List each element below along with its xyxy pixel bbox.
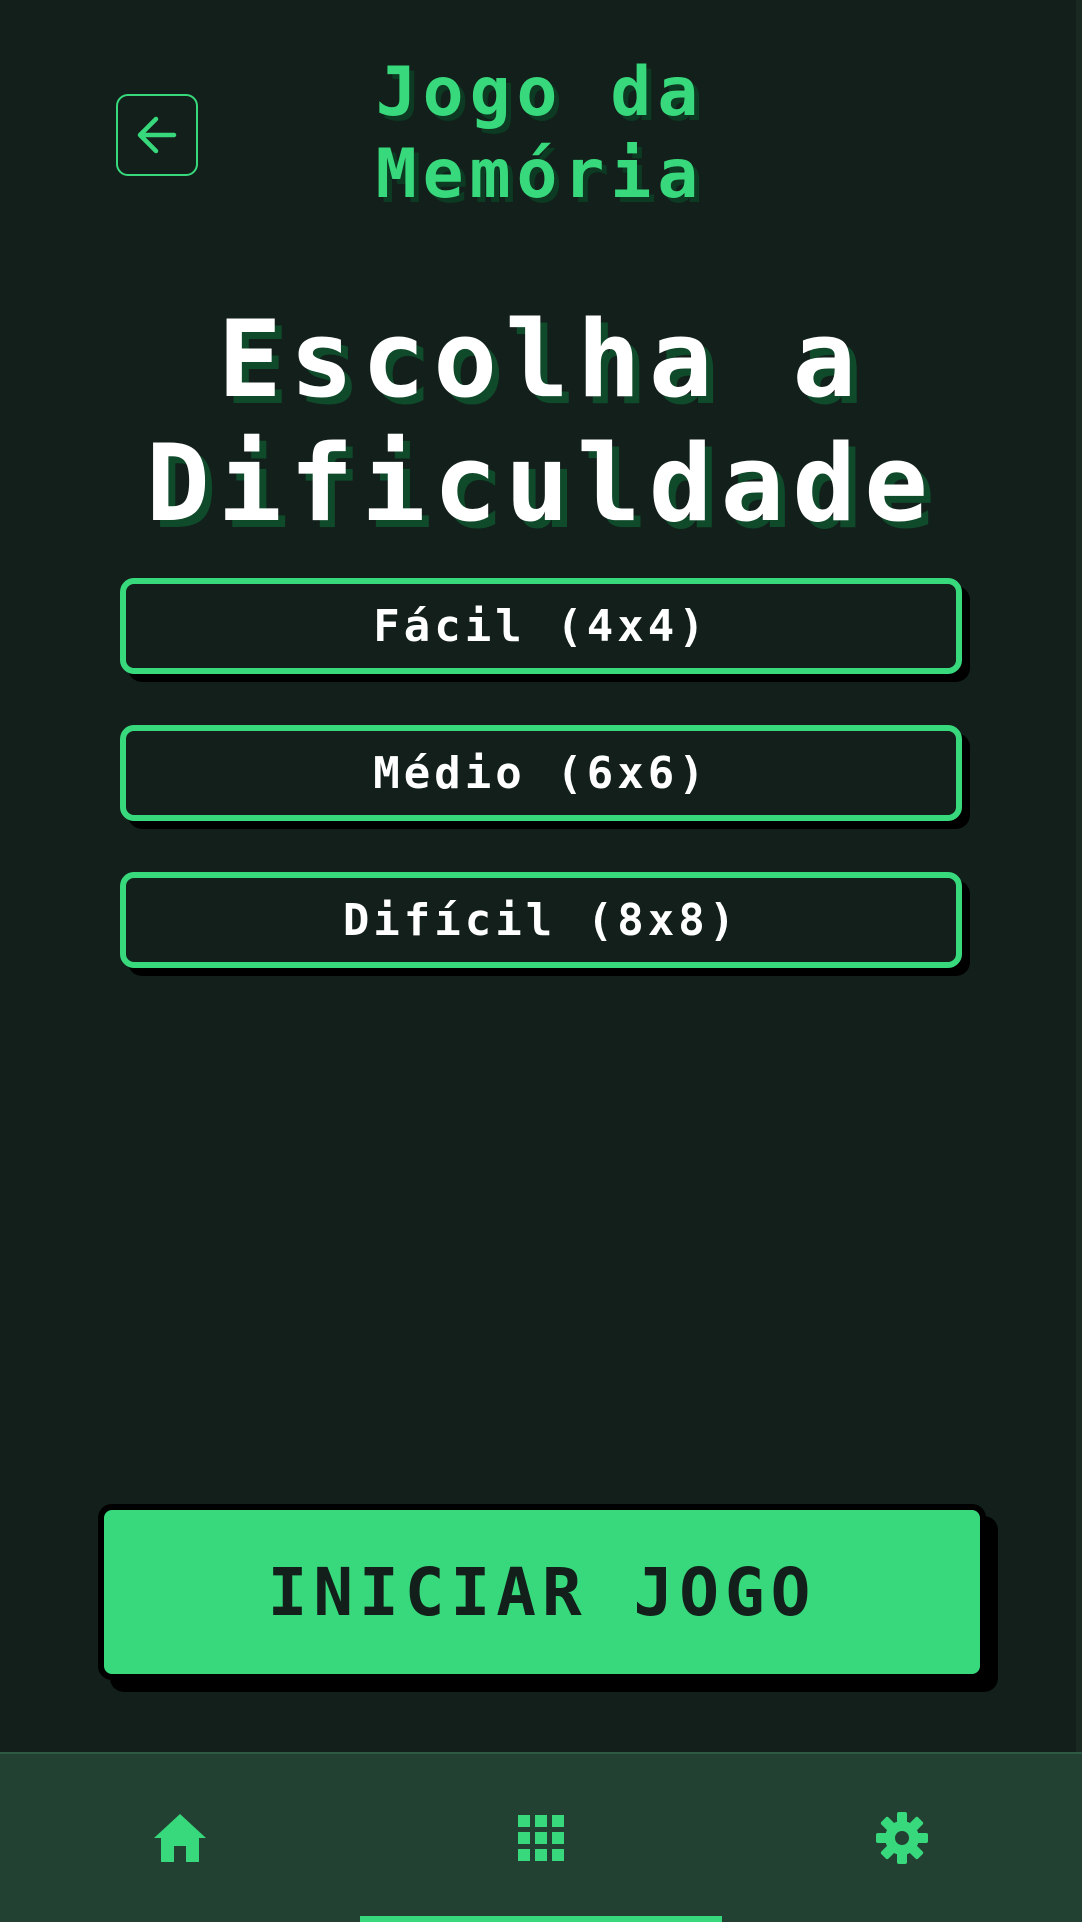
home-icon [154, 1814, 206, 1862]
nav-home[interactable] [0, 1754, 360, 1922]
nav-settings[interactable] [722, 1754, 1082, 1922]
back-button[interactable] [116, 94, 198, 176]
app-title: Jogo da Memória [375, 53, 705, 214]
grid-icon [518, 1815, 564, 1861]
difficulty-heading: Escolha a Dificuldade [146, 298, 936, 545]
nav-active-indicator [360, 1916, 722, 1922]
difficulty-medium-label: Médio (6x6) [373, 747, 709, 799]
bottom-nav [0, 1752, 1082, 1922]
memory-game-screen: Jogo da Memória Escolha a Dificuldade Fá… [0, 0, 1082, 1922]
edge-shade [1076, 0, 1082, 1752]
nav-games[interactable] [360, 1754, 722, 1922]
start-game-button[interactable]: INICIAR JOGO [98, 1504, 986, 1680]
arrow-left-icon [137, 116, 177, 154]
start-game-label: INICIAR JOGO [267, 1553, 817, 1631]
gear-icon [876, 1812, 928, 1864]
difficulty-easy-button[interactable]: Fácil (4x4) [120, 578, 962, 674]
difficulty-hard-label: Difícil (8x8) [342, 894, 740, 946]
difficulty-hard-button[interactable]: Difícil (8x8) [120, 872, 962, 968]
difficulty-easy-label: Fácil (4x4) [373, 600, 709, 652]
difficulty-medium-button[interactable]: Médio (6x6) [120, 725, 962, 821]
